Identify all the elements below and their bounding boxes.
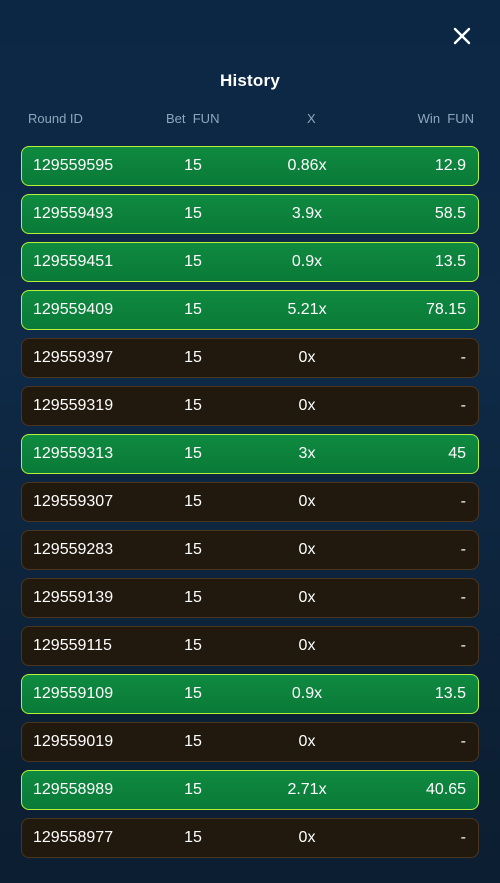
history-row[interactable]: 129559313 15 3x 45 <box>21 434 479 474</box>
round-id: 129559109 <box>33 685 114 702</box>
bet-amount: 15 <box>184 301 202 318</box>
win-amount: - <box>460 397 466 414</box>
bet-amount: 15 <box>184 349 202 366</box>
multiplier: 0.9x <box>291 253 323 270</box>
round-id: 129559313 <box>33 445 114 462</box>
win-amount: - <box>460 733 466 750</box>
win-amount: - <box>460 493 466 510</box>
bet-amount: 15 <box>184 685 202 702</box>
multiplier: 0x <box>298 637 316 654</box>
round-id: 129559451 <box>33 253 114 270</box>
win-amount: 13.5 <box>434 253 466 270</box>
history-list: 129559595 15 0.86x 12.9 129559493 15 3.9x 58.5 1… <box>21 146 479 866</box>
multiplier: 0x <box>298 541 316 558</box>
history-row[interactable]: 129558977 15 0x - <box>21 818 479 858</box>
bet-amount: 15 <box>184 445 202 462</box>
history-row[interactable]: 129559019 15 0x - <box>21 722 479 762</box>
history-row[interactable]: 129559397 15 0x - <box>21 338 479 378</box>
multiplier: 0x <box>298 493 316 510</box>
win-amount: 58.5 <box>434 205 466 222</box>
win-amount: 12.9 <box>434 157 466 174</box>
win-amount: 78.15 <box>425 301 466 318</box>
round-id: 129559139 <box>33 589 114 606</box>
history-row[interactable]: 129559307 15 0x - <box>21 482 479 522</box>
win-amount: 13.5 <box>434 685 466 702</box>
history-row[interactable]: 129559139 15 0x - <box>21 578 479 618</box>
column-header-x: X <box>307 111 316 126</box>
multiplier: 2.71x <box>287 781 327 798</box>
close-button[interactable] <box>452 26 472 46</box>
history-row[interactable]: 129559409 15 5.21x 78.15 <box>21 290 479 330</box>
win-amount: - <box>460 637 466 654</box>
column-header-bet: Bet FUN <box>166 111 220 126</box>
page-title: History <box>220 71 280 90</box>
multiplier: 3x <box>298 445 316 462</box>
bet-amount: 15 <box>184 493 202 510</box>
multiplier: 0x <box>298 733 316 750</box>
multiplier: 5.21x <box>287 301 327 318</box>
round-id: 129559115 <box>33 637 112 654</box>
close-icon <box>453 27 471 45</box>
bet-amount: 15 <box>184 733 202 750</box>
round-id: 129559307 <box>33 493 114 510</box>
bet-amount: 15 <box>184 781 202 798</box>
history-row[interactable]: 129559319 15 0x - <box>21 386 479 426</box>
win-amount: - <box>460 589 466 606</box>
multiplier: 0.9x <box>291 685 323 702</box>
round-id: 129558977 <box>33 829 114 846</box>
table-header: Round ID Bet FUN X Win FUN <box>0 111 500 129</box>
bet-amount: 15 <box>184 541 202 558</box>
column-header-win: Win FUN <box>417 111 474 126</box>
history-row[interactable]: 129559595 15 0.86x 12.9 <box>21 146 479 186</box>
history-row[interactable]: 129559493 15 3.9x 58.5 <box>21 194 479 234</box>
multiplier: 0.86x <box>287 157 327 174</box>
round-id: 129559283 <box>33 541 114 558</box>
round-id: 129559019 <box>33 733 114 750</box>
round-id: 129559493 <box>33 205 114 222</box>
round-id: 129559397 <box>33 349 114 366</box>
win-amount: - <box>460 349 466 366</box>
column-header-round-id: Round ID <box>28 111 83 126</box>
win-amount: 45 <box>448 445 466 462</box>
history-row[interactable]: 129559115 15 0x - <box>21 626 479 666</box>
bet-amount: 15 <box>184 205 202 222</box>
round-id: 129559319 <box>33 397 114 414</box>
multiplier: 3.9x <box>291 205 323 222</box>
multiplier: 0x <box>298 397 316 414</box>
bet-amount: 15 <box>184 253 202 270</box>
history-row[interactable]: 129559283 15 0x - <box>21 530 479 570</box>
multiplier: 0x <box>298 349 316 366</box>
bet-amount: 15 <box>184 829 202 846</box>
multiplier: 0x <box>298 829 316 846</box>
win-amount: 40.65 <box>425 781 466 798</box>
round-id: 129558989 <box>33 781 114 798</box>
history-row[interactable]: 129559109 15 0.9x 13.5 <box>21 674 479 714</box>
win-amount: - <box>460 829 466 846</box>
bet-amount: 15 <box>184 397 202 414</box>
history-row[interactable]: 129559451 15 0.9x 13.5 <box>21 242 479 282</box>
round-id: 129559595 <box>33 157 114 174</box>
win-amount: - <box>460 541 466 558</box>
round-id: 129559409 <box>33 301 114 318</box>
bet-amount: 15 <box>184 589 202 606</box>
multiplier: 0x <box>298 589 316 606</box>
bet-amount: 15 <box>184 637 202 654</box>
history-row[interactable]: 129558989 15 2.71x 40.65 <box>21 770 479 810</box>
bet-amount: 15 <box>184 157 202 174</box>
